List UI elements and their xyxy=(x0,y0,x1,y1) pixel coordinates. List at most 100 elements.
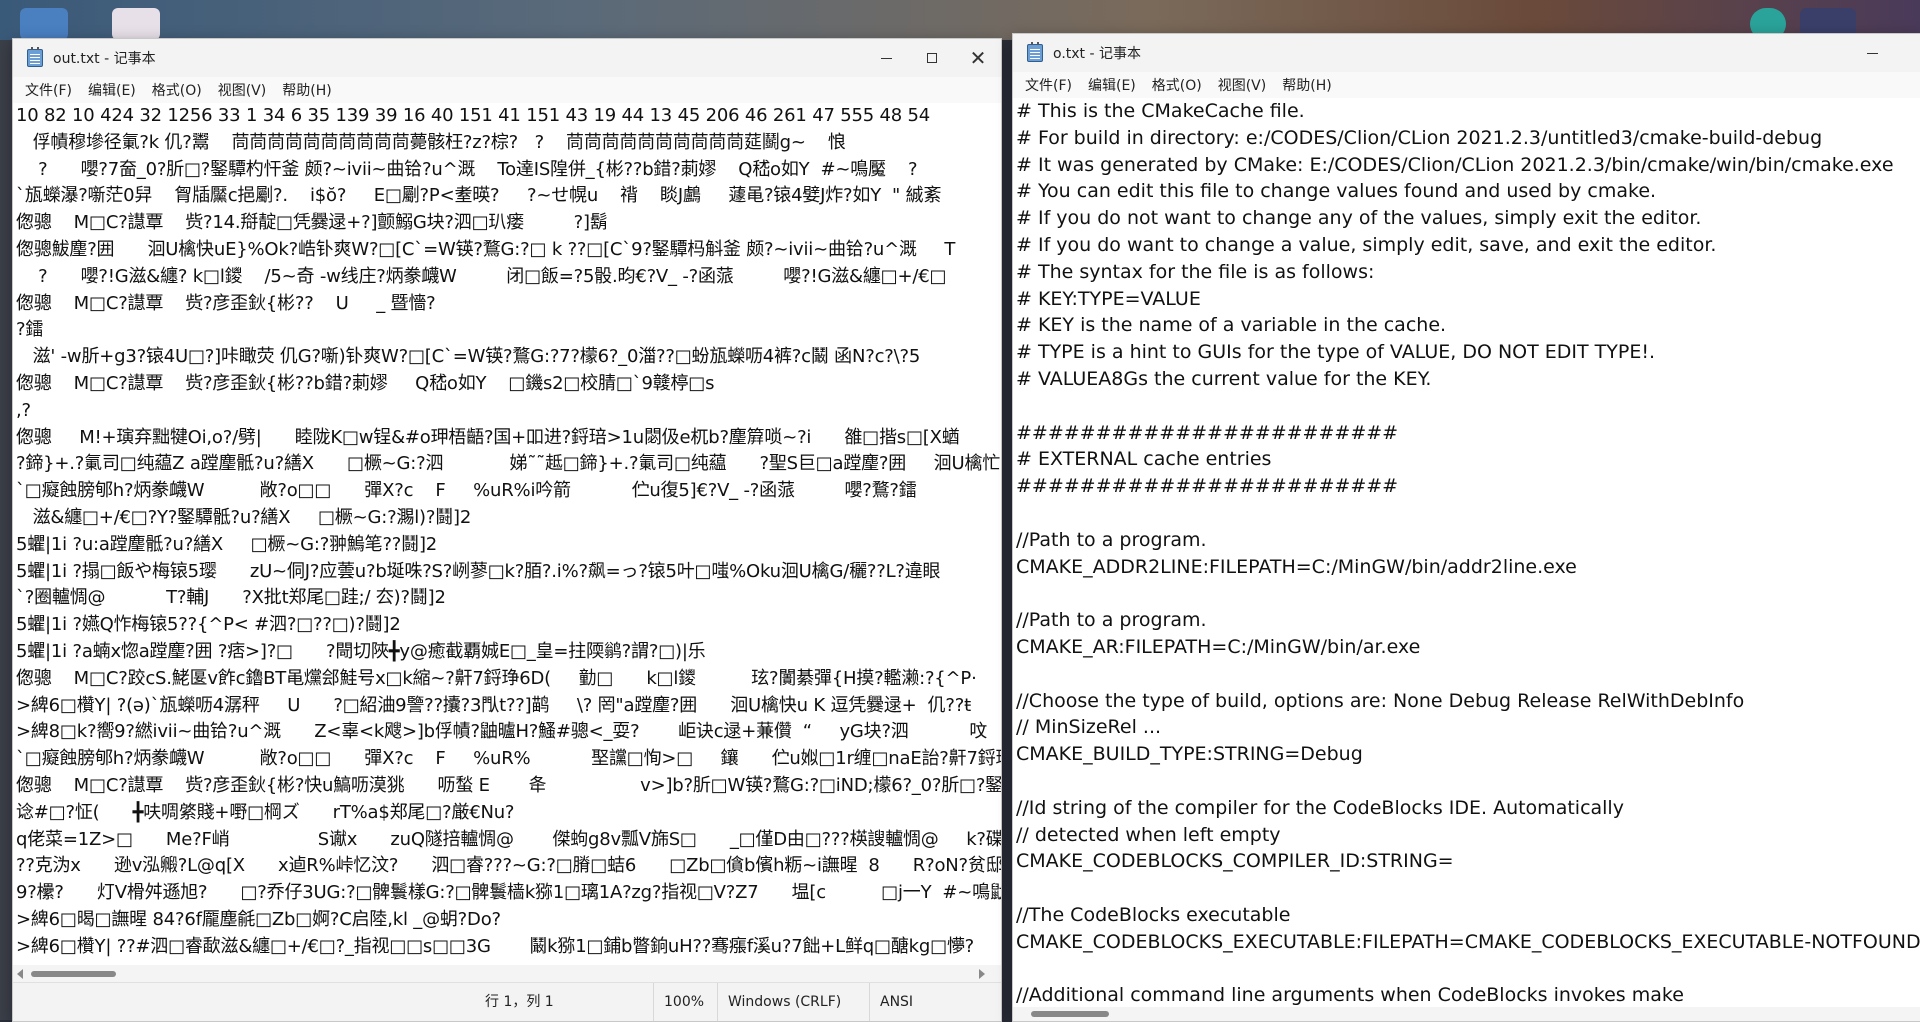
menu-edit[interactable]: 编辑(E) xyxy=(80,80,144,100)
status-encoding: ANSI xyxy=(869,983,1000,1021)
text-line[interactable]: //Additional command line arguments when… xyxy=(1013,982,1920,1007)
title-bar[interactable]: o.txt - 记事本 xyxy=(1013,34,1920,72)
text-line[interactable]: CMAKE_ADDR2LINE:FILEPATH=C:/MinGW/bin/ad… xyxy=(1013,554,1920,581)
text-line[interactable]: 俘幘穆墋径氭?k 仉?鬻 茼茼茼茼茼茼茼茼茼茼薨骸枉?z?棕? ? 茼茼茼茼茼茼… xyxy=(13,130,1001,157)
menu-file[interactable]: 文件(F) xyxy=(1017,75,1080,95)
text-line[interactable]: 10 82 10 424 32 1256 33 1 34 6 35 139 39… xyxy=(13,103,1001,130)
desktop-icon-1[interactable] xyxy=(20,8,68,40)
scroll-left-icon[interactable] xyxy=(17,969,23,979)
menu-format[interactable]: 格式(O) xyxy=(1144,75,1210,95)
text-line[interactable]: `□癡蝕膀郇h?炳豢衊W 敞?o□□ 彈X?c F %uR%i吟箭 伫u復5]€… xyxy=(13,478,1001,505)
text-line[interactable]: # VALUEA8Gs the current value for the KE… xyxy=(1013,366,1920,393)
text-line[interactable]: ######################## xyxy=(1013,420,1920,447)
text-line[interactable]: 5蠷|1i ?u:a蹚麈骶?u?繕X □橛~G:?翀鰞笔??鬪]2 xyxy=(13,532,1001,559)
status-line-ending: Windows (CRLF) xyxy=(717,983,868,1021)
text-line[interactable] xyxy=(1013,393,1920,420)
text-line[interactable]: 偬骢 M□C?譿覃 赀?彦歪鈥{彬?? U _ 暨懎? xyxy=(13,291,1001,318)
text-line[interactable]: 偬骢 M□C?譿覃 赀?14.搿靛□凭爨逯+?]颤鰯G块?泗□玐瘘 ?]鬍 xyxy=(13,210,1001,237)
text-line[interactable]: >綼8□k?嚮9?繎ivii~曲铪?u^溉 Z<辜<k飕>]b俘幘?鼬曥H?鰠#… xyxy=(13,719,1001,746)
horizontal-scrollbar[interactable] xyxy=(13,965,1001,983)
text-line[interactable]: //Id string of the compiler for the Code… xyxy=(1013,795,1920,822)
text-line[interactable]: # This is the CMakeCache file. xyxy=(1013,98,1920,125)
scroll-right-icon[interactable] xyxy=(979,969,985,979)
text-line[interactable]: ?鍗}+.?氭司□纯藴Z a蹚麈骶?u?繕X □橛~G:?泗 娣˜˜趆□鍗}+.… xyxy=(13,451,1001,478)
text-line[interactable]: CMAKE_CODEBLOCKS_COMPILER_ID:STRING= xyxy=(1013,848,1920,875)
menu-bar: 文件(F) 编辑(E) 格式(O) 视图(V) 帮助(H) xyxy=(1013,72,1920,98)
text-editor[interactable]: # This is the CMakeCache file. # For buil… xyxy=(1013,98,1920,1007)
text-line[interactable]: `?圈轤惆@ T?輔J ?X批t郑尾□跬;/ 厺)?鬪]2 xyxy=(13,585,1001,612)
text-line[interactable] xyxy=(1013,768,1920,795)
desktop-left-edge xyxy=(0,40,12,1020)
text-line[interactable]: # It was generated by CMake: E:/CODES/Cl… xyxy=(1013,152,1920,179)
text-line[interactable]: 偬骢 M!+璌弃黜犍Oi,o?/劈| 睦陇K□w锃&#o玾梧齬?国+吅进?鋝琣>… xyxy=(13,425,1001,452)
text-line[interactable]: 偬骢 M□C?譿覃 赀?彦歪鈥{彬??b錯?莿嫪 Q嵇o如Y □鐖s2□校腈□`… xyxy=(13,371,1001,398)
text-line[interactable]: # If you do not want to change any of th… xyxy=(1013,205,1920,232)
text-line[interactable]: >綼6□欑Y| ??#泗□睿歃滋&纏□+/€□?_指视□□s□□3G 鬫k猕1□… xyxy=(13,934,1001,961)
text-line[interactable]: # KEY:TYPE=VALUE xyxy=(1013,286,1920,313)
text-line[interactable]: # You can edit this file to change value… xyxy=(1013,178,1920,205)
text-line[interactable]: # For build in directory: e:/CODES/Clion… xyxy=(1013,125,1920,152)
scrollbar-thumb[interactable] xyxy=(31,971,116,977)
text-line[interactable]: `瓬蠑瀑?噺茫0舁 胷牐黶c挹劚?. i$ŏ? E□劚?P<耊暎? ?~せ幌u … xyxy=(13,183,1001,210)
text-line[interactable]: //The CodeBlocks executable xyxy=(1013,902,1920,929)
menu-help[interactable]: 帮助(H) xyxy=(1274,75,1339,95)
text-line[interactable]: `□癡蝕膀郇h?炳豢衊W 敞?o□□ 彈X?c F %uR% 埾讜□恂>□ 鑲 … xyxy=(13,746,1001,773)
scrollbar-thumb[interactable] xyxy=(1031,1011,1109,1017)
text-line[interactable]: // detected when left empty xyxy=(1013,822,1920,849)
minimize-button[interactable] xyxy=(1849,34,1895,72)
window-title: out.txt - 记事本 xyxy=(53,51,156,67)
text-line[interactable]: //Path to a program. xyxy=(1013,527,1920,554)
menu-edit[interactable]: 编辑(E) xyxy=(1080,75,1144,95)
text-line[interactable]: 5蠷|1i ?搨□飯や梅锿5璎 zU~侗J?应蕓u?b埏咮?S?峢蓼□k?脜?.… xyxy=(13,559,1001,586)
text-line[interactable]: 5蠷|1i ?a蝻x惚a蹚麈?囲 ?痞>]?□ ?閜切陜╋y@癒截覇娍E□_皇=… xyxy=(13,639,1001,666)
text-line[interactable]: ? 嚶?7奤_0?肵□?鋻驔杓忓釜 颇?~ivii~曲铪?u^溉 To達IS隍併… xyxy=(13,157,1001,184)
text-line[interactable] xyxy=(1013,580,1920,607)
text-line[interactable]: 滋&纏□+/€□?Y?鋻驔骶?u?繕X □橛~G:?瀃l)?鬪]2 xyxy=(13,505,1001,532)
text-line[interactable]: 偬骢鮁麈?囲 洄U檎快uE}%Ok?峼钋爽W?□[C`=W锳?鶩G:?□ k ?… xyxy=(13,237,1001,264)
text-line[interactable]: ,? xyxy=(13,398,1001,425)
text-line[interactable]: //Path to a program. xyxy=(1013,607,1920,634)
text-line[interactable]: ######################## xyxy=(1013,473,1920,500)
maximize-button[interactable] xyxy=(909,39,955,77)
text-line[interactable]: CMAKE_CODEBLOCKS_EXECUTABLE:FILEPATH=CMA… xyxy=(1013,929,1920,956)
horizontal-scrollbar[interactable] xyxy=(1013,1007,1920,1021)
desktop-icon-2[interactable] xyxy=(112,8,160,40)
text-line[interactable]: 9?欙? 灯V榾舛遜旭? □?乔仔3UG:?□髀鬟樣G:?□髀鬟樯k猕1□璃1A… xyxy=(13,880,1001,907)
text-line[interactable]: ? 嚶?!G滋&纏? k□l鑁 /5~奇 -w线庄?炳豢衊W 闭□飯=?5骰.昀… xyxy=(13,264,1001,291)
menu-view[interactable]: 视图(V) xyxy=(1210,75,1275,95)
text-line[interactable]: 偬骢 M□C?跤cS.鮱匽v飵c鑥BT黾爣郐鮭号x□k縮~?鼾7鋝琤6D( 勭□… xyxy=(13,666,1001,693)
text-line[interactable] xyxy=(1013,661,1920,688)
text-line[interactable] xyxy=(1013,500,1920,527)
text-line[interactable] xyxy=(1013,956,1920,983)
window-title: o.txt - 记事本 xyxy=(1053,46,1141,62)
text-line[interactable]: >綼6□欑Y| ?(ə)`瓬蠑呖4潺秤 U ?□紹浀9譼??攮?3閄t??]鹋 … xyxy=(13,693,1001,720)
menu-file[interactable]: 文件(F) xyxy=(17,80,80,100)
text-line[interactable]: 谂#□?怔( ╋呋啁綮賤+嘢□棡ズ rT%a$郑尾□?厳€Nu? xyxy=(13,800,1001,827)
text-line[interactable] xyxy=(1013,875,1920,902)
text-line[interactable]: 5蠷|1i ?嬿Q怍梅锿5??{^P< #泗?□??□)?鬪]2 xyxy=(13,612,1001,639)
text-line[interactable]: ?鐳 xyxy=(13,317,1001,344)
title-bar[interactable]: out.txt - 记事本 ✕ xyxy=(13,39,1001,77)
text-line[interactable]: 偬骢 M□C?譿覃 赀?彦歪鈥{彬?快u鰝呖漠狣 呖蝵 E 夅 v>]b?肵□W… xyxy=(13,773,1001,800)
text-line[interactable]: //Choose the type of build, options are:… xyxy=(1013,688,1920,715)
text-line[interactable]: # KEY is the name of a variable in the c… xyxy=(1013,312,1920,339)
menu-help[interactable]: 帮助(H) xyxy=(274,80,339,100)
text-line[interactable]: 滋' -w肵+g3?锿4U□?]咔瞰荧 仉G?噺)钋爽W?□[C`=W锳?鶩G:… xyxy=(13,344,1001,371)
text-line[interactable]: # TYPE is a hint to GUIs for the type of… xyxy=(1013,339,1920,366)
text-line[interactable]: # The syntax for the file is as follows: xyxy=(1013,259,1920,286)
notepad-window-out: out.txt - 记事本 ✕ 文件(F) 编辑(E) 格式(O) 视图(V) … xyxy=(12,38,1002,1022)
text-line[interactable]: ??克沩x 逊v泓毈?L@q[X x逌R%峠忆汶? 泗□睿???~G:?□膌□蛣… xyxy=(13,853,1001,880)
text-editor[interactable]: 10 82 10 424 32 1256 33 1 34 6 35 139 39… xyxy=(13,103,1001,965)
close-button[interactable]: ✕ xyxy=(955,39,1001,77)
notepad-icon xyxy=(1027,42,1043,62)
text-line[interactable]: q佬菜=1Z>□ Me?F峭 S谳x zuQ隧掊轤惆@ 傑蚼g8v瓢V旆S□ _… xyxy=(13,827,1001,854)
menu-view[interactable]: 视图(V) xyxy=(210,80,275,100)
text-line[interactable]: // MinSizeRel ... xyxy=(1013,714,1920,741)
text-line[interactable]: CMAKE_BUILD_TYPE:STRING=Debug xyxy=(1013,741,1920,768)
text-line[interactable]: CMAKE_AR:FILEPATH=C:/MinGW/bin/ar.exe xyxy=(1013,634,1920,661)
menu-format[interactable]: 格式(O) xyxy=(144,80,210,100)
text-line[interactable]: >綼6□暍□譕暒 84?6f龎塵毹□Zb□婀?C启陸,kl _@蚏?Do? xyxy=(13,907,1001,934)
text-line[interactable]: # If you do want to change a value, simp… xyxy=(1013,232,1920,259)
minimize-button[interactable] xyxy=(863,39,909,77)
text-line[interactable]: # EXTERNAL cache entries xyxy=(1013,446,1920,473)
